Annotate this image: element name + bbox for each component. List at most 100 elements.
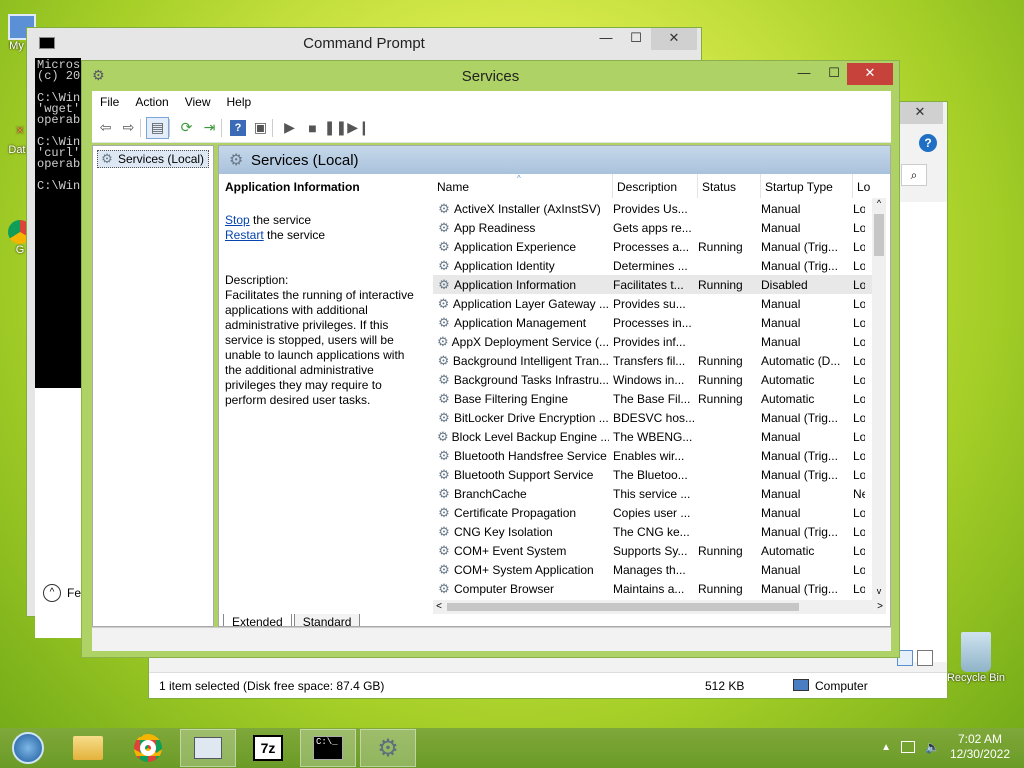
- service-row[interactable]: ⚙ App Readiness Gets apps re... Manual Lo: [433, 218, 872, 237]
- scroll-left-icon[interactable]: <: [433, 600, 445, 614]
- chrome-icon: [134, 734, 162, 762]
- horizontal-scrollbar[interactable]: < >: [433, 600, 886, 614]
- desktop-icon-recycle-bin[interactable]: Recycle Bin: [944, 632, 1008, 684]
- service-name: COM+ Event System: [454, 543, 567, 558]
- service-startup-type: Manual (Trig...: [761, 581, 838, 596]
- service-row[interactable]: ⚙ Certificate Propagation Copies user ... M…: [433, 503, 872, 522]
- service-log-on: Lo: [853, 391, 865, 406]
- cmd-console[interactable]: Micros (c) 20 C:\Win'wget' operab C:\Win'cur…: [35, 58, 81, 388]
- restart-line: Restart the service: [225, 228, 420, 243]
- service-row[interactable]: ⚙ Background Tasks Infrastru... Windows in…: [433, 370, 872, 389]
- restart-service-icon[interactable]: ▶❙: [347, 117, 370, 139]
- services-titlebar[interactable]: ⚙ Services: [82, 61, 899, 91]
- show-hidden-icons-icon[interactable]: ▲: [881, 742, 891, 753]
- service-row[interactable]: ⚙ Application Information Facilitates t...…: [433, 275, 872, 294]
- service-row[interactable]: ⚙ BranchCache This service ... Manual Ne: [433, 484, 872, 503]
- service-name: ActiveX Installer (AxInstSV): [454, 201, 601, 216]
- taskbar-7zip[interactable]: 7z: [240, 729, 296, 767]
- forward-arrow-icon[interactable]: ⇨: [117, 117, 140, 139]
- taskbar-command-prompt[interactable]: C:\_: [300, 729, 356, 767]
- services-close-button[interactable]: ✕: [847, 63, 893, 85]
- service-name: Background Intelligent Tran...: [452, 353, 609, 368]
- column-status[interactable]: Status: [698, 174, 761, 198]
- refresh-icon[interactable]: ⟳: [175, 117, 198, 139]
- service-row[interactable]: ⚙ Background Intelligent Tran... Transfers…: [433, 351, 872, 370]
- menu-help[interactable]: Help: [219, 95, 260, 109]
- service-status: Running: [698, 353, 743, 368]
- folder-icon: [73, 736, 103, 760]
- volume-icon[interactable]: 🔈: [925, 740, 940, 754]
- pause-service-icon[interactable]: ❚❚: [324, 117, 347, 139]
- stop-service-link[interactable]: Stop: [225, 213, 250, 227]
- service-row[interactable]: ⚙ COM+ Event System Supports Sy... Running A…: [433, 541, 872, 560]
- explorer-side-item[interactable]: ^ Fe: [43, 584, 81, 602]
- service-row[interactable]: ⚙ Computer Browser Maintains a... Running Ma…: [433, 579, 872, 598]
- service-row[interactable]: ⚙ Bluetooth Support Service The Bluetoo...…: [433, 465, 872, 484]
- tab-standard[interactable]: Standard: [293, 614, 361, 626]
- column-description[interactable]: Description: [613, 174, 698, 198]
- menu-file[interactable]: File: [92, 95, 127, 109]
- column-startup-type[interactable]: Startup Type: [761, 174, 853, 198]
- cmd-close-button[interactable]: ✕: [651, 28, 697, 50]
- service-row[interactable]: ⚙ BitLocker Drive Encryption ... BDESVC ho…: [433, 408, 872, 427]
- service-row[interactable]: ⚙ ActiveX Installer (AxInstSV) Provides Us…: [433, 199, 872, 218]
- service-log-on: Lo: [853, 467, 865, 482]
- column-log-on-as[interactable]: Lo: [853, 174, 873, 198]
- properties-icon[interactable]: ▣: [249, 117, 272, 139]
- network-icon[interactable]: [900, 741, 915, 753]
- scroll-down-icon[interactable]: v: [872, 586, 886, 600]
- service-startup-type: Manual (Trig...: [761, 258, 838, 273]
- service-row[interactable]: ⚙ COM+ System Application Manages th... Man…: [433, 560, 872, 579]
- service-name-cell: ⚙ Bluetooth Handsfree Service: [433, 448, 609, 464]
- column-name[interactable]: Name: [433, 174, 613, 198]
- services-minimize-button[interactable]: —: [789, 63, 819, 85]
- service-detail: Application Information Stop the service…: [225, 180, 420, 408]
- tree-item-services-local[interactable]: ⚙ Services (Local): [97, 150, 210, 168]
- cmd-minimize-button[interactable]: —: [591, 28, 621, 50]
- horizontal-scroll-thumb[interactable]: [447, 603, 799, 611]
- help-icon[interactable]: ?: [919, 134, 937, 152]
- service-gear-icon: ⚙: [437, 333, 449, 349]
- service-row[interactable]: ⚙ Application Identity Determines ... Manua…: [433, 256, 872, 275]
- search-icon[interactable]: ⌕: [901, 164, 927, 186]
- taskbar-chrome[interactable]: [120, 729, 176, 767]
- cmd-title: Command Prompt: [303, 34, 425, 52]
- service-row[interactable]: ⚙ Application Layer Gateway ... Provides s…: [433, 294, 872, 313]
- cmd-app-icon: [39, 37, 55, 49]
- taskbar-services[interactable]: ⚙: [360, 729, 416, 767]
- export-list-icon[interactable]: ⇥: [198, 117, 221, 139]
- scroll-up-icon[interactable]: ^: [872, 198, 886, 212]
- stop-service-icon[interactable]: ■: [301, 117, 324, 139]
- taskbar-explorer[interactable]: [60, 729, 116, 767]
- console-tree-icon[interactable]: ▤: [146, 116, 169, 139]
- service-startup-type: Manual: [761, 201, 801, 216]
- service-description: The WBENG...: [613, 429, 693, 444]
- menu-view[interactable]: View: [177, 95, 219, 109]
- clock[interactable]: 7:02 AM 12/30/2022: [950, 732, 1010, 762]
- services-window[interactable]: ⚙ Services — ☐ ✕ File Action View Help ⇦…: [81, 60, 900, 658]
- service-row[interactable]: ⚙ Application Management Processes in... Ma…: [433, 313, 872, 332]
- service-row[interactable]: ⚙ Block Level Backup Engine ... The WBENG.…: [433, 427, 872, 446]
- service-row[interactable]: ⚙ CNG Key Isolation The CNG ke... Manual (T…: [433, 522, 872, 541]
- help-book-icon[interactable]: ?: [230, 119, 246, 136]
- restart-service-link[interactable]: Restart: [225, 228, 264, 242]
- cmd-maximize-button[interactable]: ☐: [621, 28, 651, 50]
- menu-action[interactable]: Action: [127, 95, 176, 109]
- vertical-scroll-thumb[interactable]: [874, 214, 884, 256]
- start-service-icon[interactable]: ▶: [278, 117, 301, 139]
- service-row[interactable]: ⚙ Bluetooth Handsfree Service Enables wir.…: [433, 446, 872, 465]
- service-row[interactable]: ⚙ Application Experience Processes a... Run…: [433, 237, 872, 256]
- service-gear-icon: ⚙: [438, 390, 450, 406]
- service-row[interactable]: ⚙ Base Filtering Engine The Base Fil... Run…: [433, 389, 872, 408]
- service-log-on: Lo: [853, 581, 865, 596]
- taskbar-task-manager[interactable]: [180, 729, 236, 767]
- back-arrow-icon[interactable]: ⇦: [94, 117, 117, 139]
- service-row[interactable]: ⚙ AppX Deployment Service (... Provides in…: [433, 332, 872, 351]
- start-button[interactable]: [0, 729, 56, 767]
- explorer-close-button[interactable]: ✕: [897, 102, 943, 124]
- services-maximize-button[interactable]: ☐: [819, 63, 849, 85]
- large-icons-view-icon[interactable]: [917, 650, 933, 666]
- scroll-right-icon[interactable]: >: [874, 600, 886, 614]
- vertical-scrollbar[interactable]: ^ v: [872, 198, 886, 600]
- tab-extended[interactable]: Extended: [223, 614, 292, 626]
